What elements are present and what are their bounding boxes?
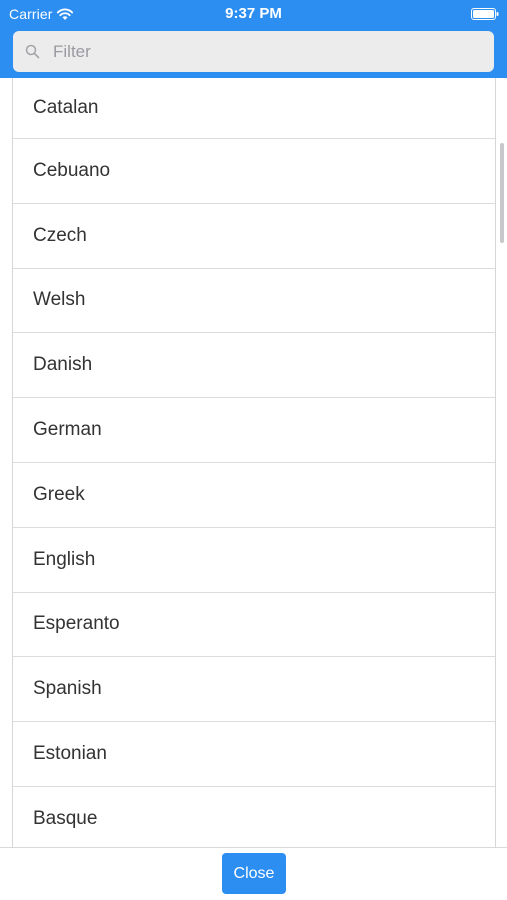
list-item-label: Basque [33,807,98,829]
list-item-label: Danish [33,354,93,376]
list-item[interactable]: Greek [13,463,495,528]
language-list[interactable]: Catalan Cebuano Czech Welsh Danish Germa… [12,78,496,848]
list-scrollbar[interactable] [500,143,504,243]
status-time: 9:37 PM [225,5,282,22]
list-item[interactable]: Spanish [13,657,495,723]
status-bar: Carrier 9:37 PM [0,0,507,28]
search-input[interactable] [53,31,483,72]
close-button[interactable]: Close [222,853,286,894]
battery-icon [471,8,499,20]
list-item[interactable]: Welsh [13,269,495,334]
list-item[interactable]: Esperanto [13,593,495,658]
list-item-label: Czech [33,224,87,246]
app-header: Carrier 9:37 PM [0,0,507,78]
list-item-label: Estonian [33,743,107,765]
search-icon [25,44,40,59]
list-item[interactable]: Cebuano [13,139,495,204]
list-item-label: Esperanto [33,613,120,635]
list-item[interactable]: German [13,398,495,463]
list-item-label: Greek [33,483,85,505]
list-item-label: German [33,419,102,441]
list-item-label: Spanish [33,678,102,700]
list-item-label: Cebuano [33,159,111,181]
list-item-label: English [33,548,96,570]
list-item-label: Welsh [33,289,86,311]
list-item[interactable]: Estonian [13,722,495,787]
search-bar[interactable] [13,31,494,72]
list-item[interactable]: English [13,528,495,593]
list-item[interactable]: Catalan [13,78,495,139]
list-item[interactable]: Basque [13,787,495,848]
list-item-label: Catalan [33,97,99,118]
footer-bar: Close [0,847,507,900]
list-item[interactable]: Danish [13,333,495,399]
list-item[interactable]: Czech [13,204,495,269]
